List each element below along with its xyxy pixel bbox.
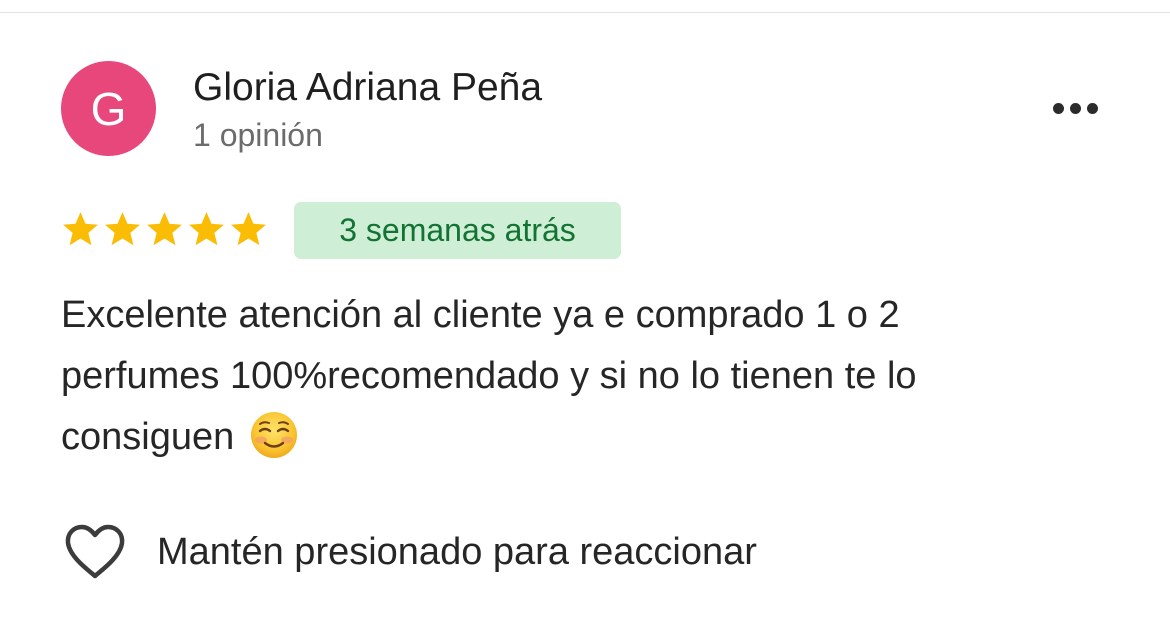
author-name[interactable]: Gloria Adriana Peña	[193, 66, 542, 110]
review-date-badge: 3 semanas atrás	[294, 202, 621, 259]
more-horizontal-icon-dot	[1086, 102, 1098, 114]
more-horizontal-icon	[1052, 102, 1064, 114]
review-text: Excelente atención al cliente ya e compr…	[61, 285, 1111, 468]
smiling-face-emoji-icon	[250, 411, 297, 458]
more-horizontal-icon-dot	[1069, 102, 1081, 114]
author-review-count: 1 opinión	[193, 117, 323, 153]
star-icon	[63, 212, 98, 246]
review-card: G Gloria Adriana Peña 1 opinión 3 semana…	[0, 0, 1170, 631]
heart-outline-icon	[65, 524, 125, 579]
star-icon	[231, 212, 266, 246]
author-initial: G	[90, 82, 127, 135]
author-avatar[interactable]: G	[61, 61, 156, 156]
star-icon	[105, 212, 140, 246]
review-text-line-last: consiguen	[61, 407, 1111, 468]
review-text-line: perfumes 100%recomendado y si no lo tien…	[61, 355, 917, 397]
star-rating	[60, 209, 269, 250]
review-text-end: consiguen	[61, 416, 235, 458]
react-button[interactable]: Mantén presionado para reaccionar	[64, 522, 757, 582]
more-options-button[interactable]	[1040, 90, 1110, 126]
star-icon	[147, 212, 182, 246]
review-text-line: Excelente atención al cliente ya e compr…	[61, 294, 900, 336]
star-icon	[189, 212, 224, 246]
react-label: Mantén presionado para reaccionar	[157, 530, 757, 573]
